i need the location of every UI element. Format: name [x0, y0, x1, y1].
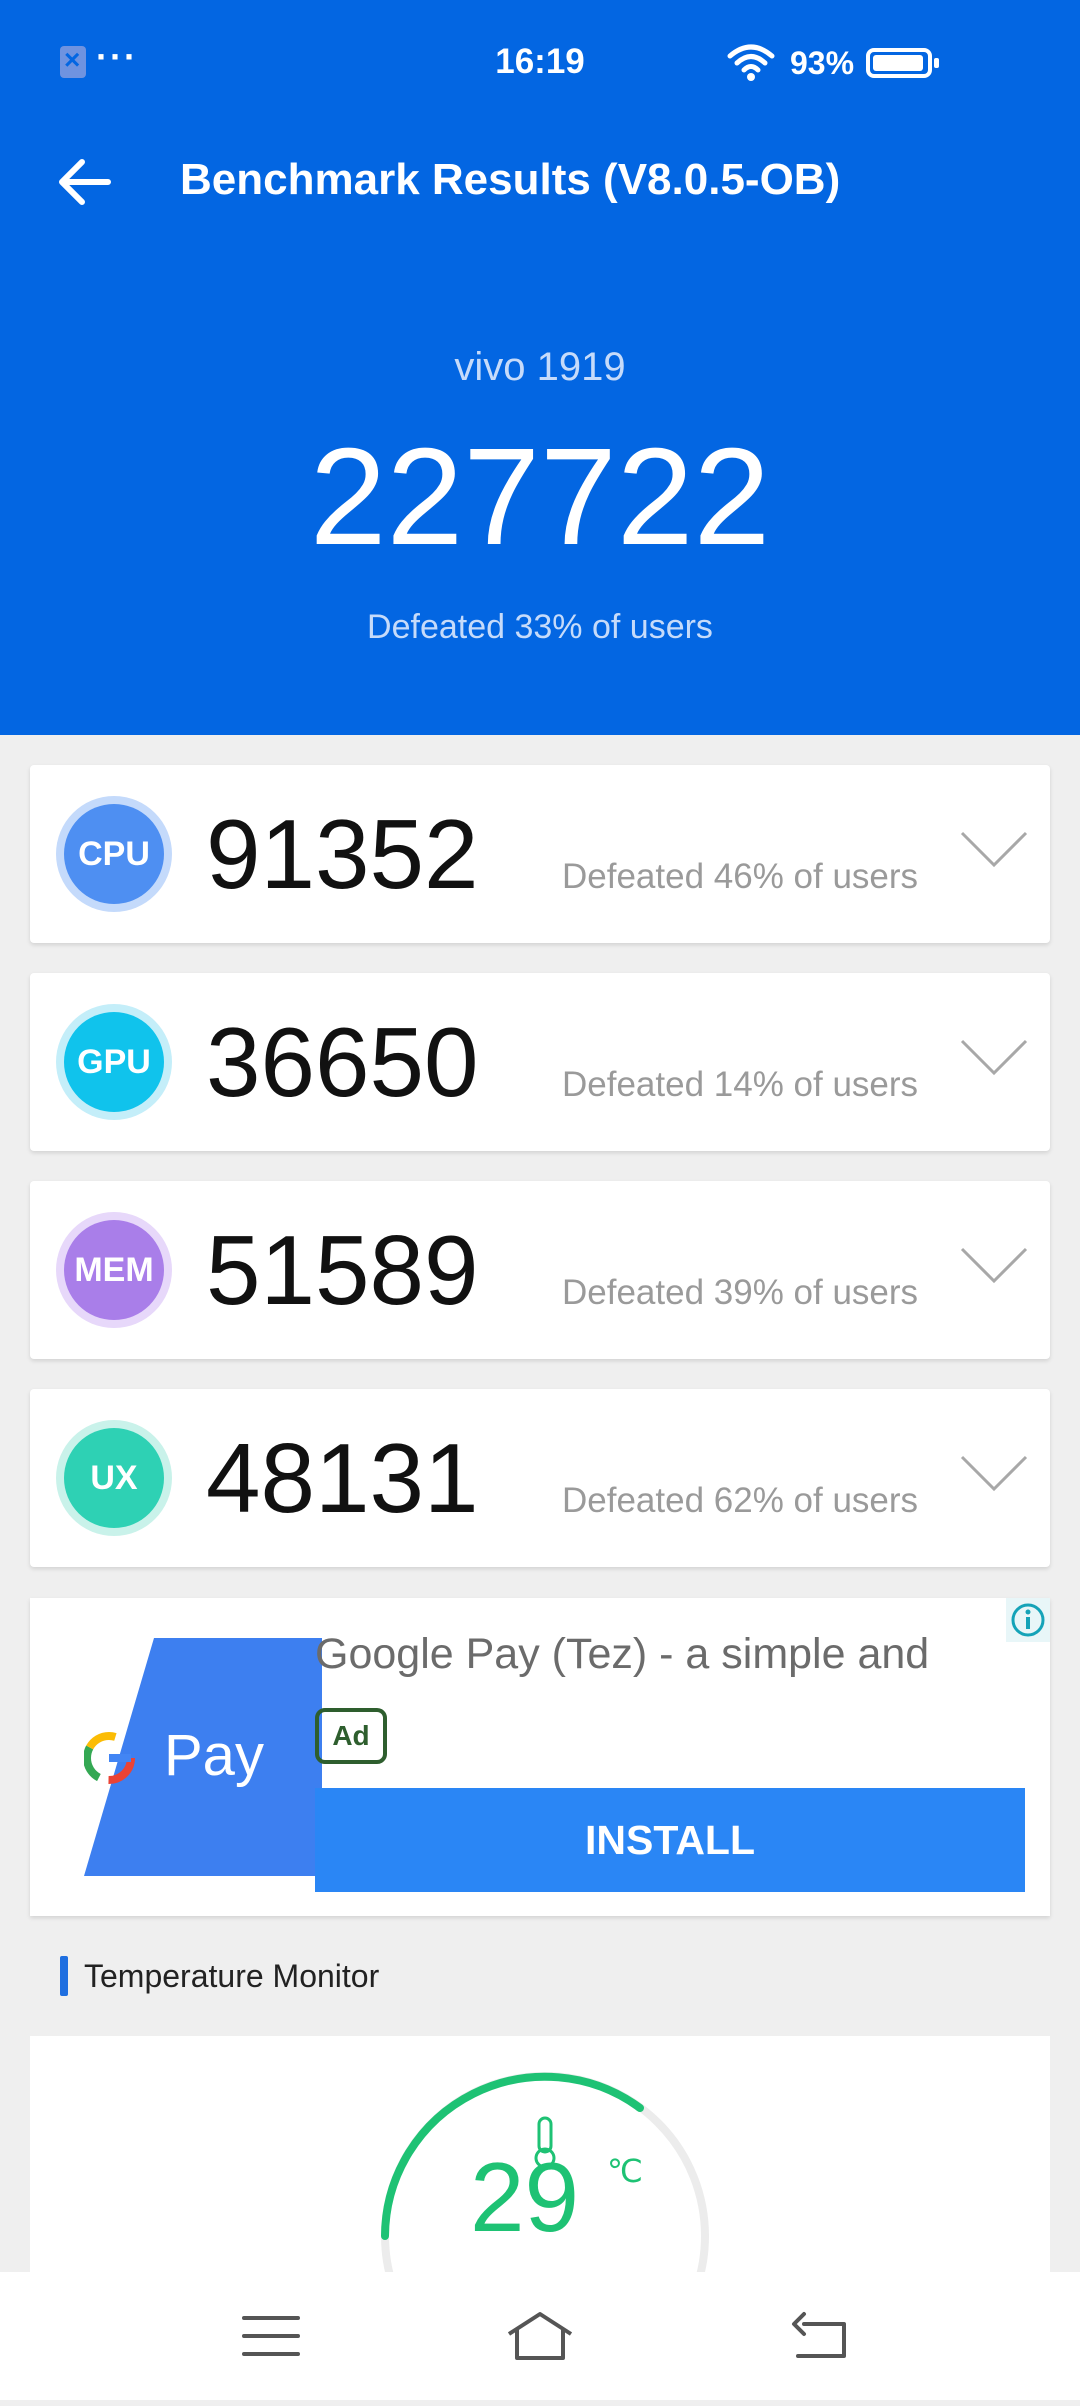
- menu-icon[interactable]: [236, 2306, 306, 2366]
- back-nav-icon[interactable]: [784, 2306, 854, 2366]
- navigation-bar: [0, 2272, 1080, 2400]
- gpu-badge-label: GPU: [64, 1012, 164, 1112]
- total-score: 227722: [309, 420, 771, 574]
- ad-badge: Ad: [315, 1708, 387, 1764]
- svg-text:Pay: Pay: [164, 1723, 264, 1788]
- gpu-score-card[interactable]: GPU 36650 Defeated 14% of users: [30, 973, 1050, 1151]
- install-button[interactable]: INSTALL: [315, 1788, 1025, 1892]
- wifi-icon: [727, 44, 775, 81]
- total-defeated-text: Defeated 33% of users: [367, 608, 713, 646]
- cpu-badge: CPU: [56, 796, 172, 912]
- home-icon[interactable]: [505, 2306, 575, 2366]
- ad-info-icon[interactable]: [1006, 1598, 1050, 1642]
- temperature-value: 29: [470, 2142, 580, 2252]
- mem-badge: MEM: [56, 1212, 172, 1328]
- section-marker: [60, 1956, 68, 1996]
- mem-score-card[interactable]: MEM 51589 Defeated 39% of users: [30, 1181, 1050, 1359]
- temperature-unit: ℃: [607, 2153, 643, 2189]
- ux-score: 48131: [206, 1423, 479, 1533]
- mem-badge-label: MEM: [64, 1220, 164, 1320]
- mem-defeated-text: Defeated 39% of users: [562, 1273, 919, 1312]
- cpu-badge-label: CPU: [64, 804, 164, 904]
- gpu-score: 36650: [206, 1007, 479, 1117]
- google-pay-logo: Pay: [84, 1638, 322, 1876]
- gpu-badge: GPU: [56, 1004, 172, 1120]
- ux-score-card[interactable]: UX 48131 Defeated 62% of users: [30, 1389, 1050, 1567]
- status-bar: ··· 16:19 93%: [0, 0, 1080, 125]
- ad-card[interactable]: Pay Google Pay (Tez) - a simple and Ad I…: [30, 1598, 1050, 1916]
- page-title: Benchmark Results (V8.0.5-OB): [180, 155, 841, 204]
- cpu-defeated-text: Defeated 46% of users: [562, 857, 919, 896]
- ux-badge-label: UX: [64, 1428, 164, 1528]
- cpu-score-card[interactable]: CPU 91352 Defeated 46% of users: [30, 765, 1050, 943]
- chevron-down-icon[interactable]: [958, 827, 1030, 871]
- battery-icon: [866, 48, 939, 78]
- ad-title: Google Pay (Tez) - a simple and: [315, 1630, 930, 1678]
- temperature-section-title: Temperature Monitor: [84, 1958, 380, 1994]
- ux-defeated-text: Defeated 62% of users: [562, 1481, 919, 1520]
- chevron-down-icon[interactable]: [958, 1035, 1030, 1079]
- chevron-down-icon[interactable]: [958, 1451, 1030, 1495]
- ux-badge: UX: [56, 1420, 172, 1536]
- device-name: vivo 1919: [454, 345, 626, 389]
- back-arrow-icon[interactable]: [52, 150, 116, 214]
- cpu-score: 91352: [206, 799, 479, 909]
- header: ··· 16:19 93% Benchmark Results (V8.0.5-…: [0, 0, 1080, 735]
- chevron-down-icon[interactable]: [958, 1243, 1030, 1287]
- mem-score: 51589: [206, 1215, 479, 1325]
- battery-percent: 93%: [790, 45, 855, 81]
- gpu-defeated-text: Defeated 14% of users: [562, 1065, 919, 1104]
